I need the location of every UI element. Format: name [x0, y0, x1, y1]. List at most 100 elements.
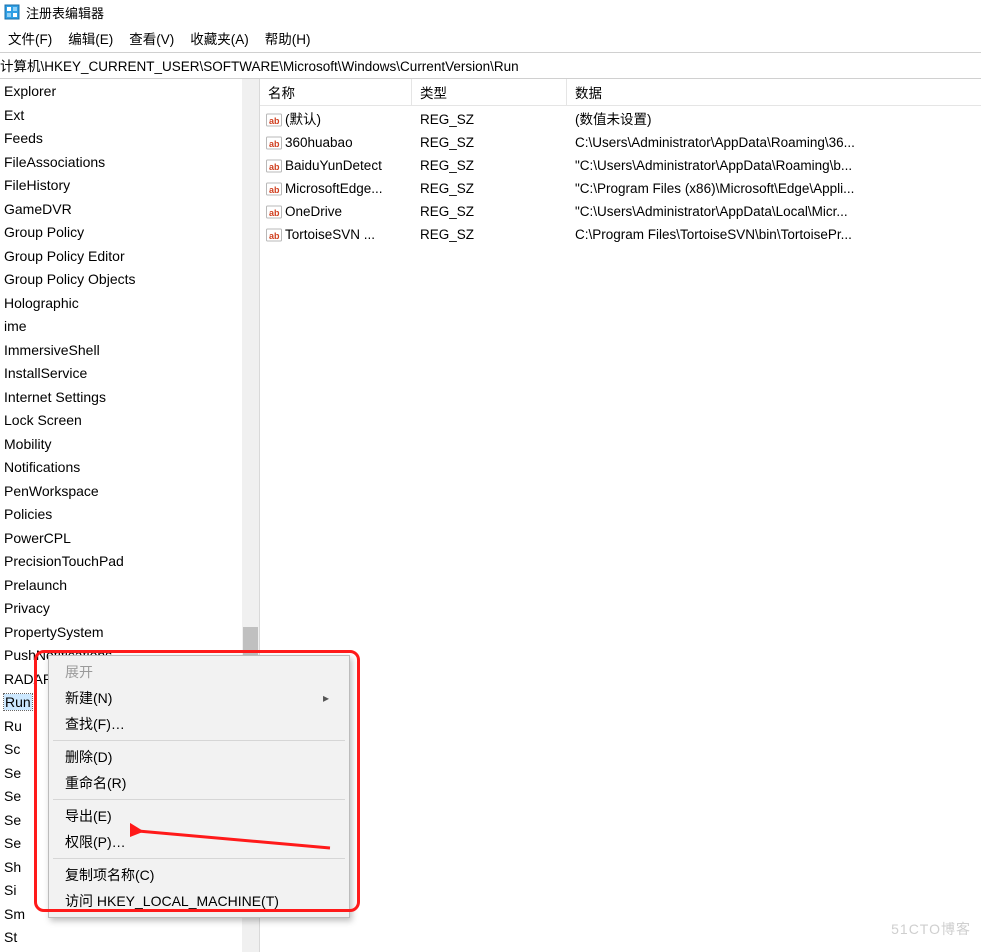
tree-item-label: Feeds: [4, 130, 43, 146]
tree-item[interactable]: InstallService: [2, 362, 242, 386]
regedit-icon: [4, 4, 20, 20]
cell-data: C:\Users\Administrator\AppData\Roaming\3…: [575, 131, 981, 154]
tree-item[interactable]: Group Policy: [2, 221, 242, 245]
cm-copy-key-name[interactable]: 复制项名称(C): [51, 862, 347, 888]
tree-item-label: Si: [4, 882, 16, 898]
list-row[interactable]: abBaiduYunDetectREG_SZ"C:\Users\Administ…: [260, 154, 981, 177]
reg-string-icon: ab: [266, 181, 282, 197]
cm-goto-hklm-label: 访问 HKEY_LOCAL_MACHINE(T): [65, 891, 279, 911]
tree-item-label: Se: [4, 812, 21, 828]
tree-item-label: PowerCPL: [4, 530, 71, 546]
tree-item[interactable]: ImmersiveShell: [2, 339, 242, 363]
tree-item-label: Policies: [4, 506, 52, 522]
list-row[interactable]: ab360huabaoREG_SZC:\Users\Administrator\…: [260, 131, 981, 154]
cm-new-label: 新建(N): [65, 688, 112, 708]
cell-name: abBaiduYunDetect: [266, 154, 420, 177]
tree-item-label: Privacy: [4, 600, 50, 616]
cm-copy-key-name-label: 复制项名称(C): [65, 865, 154, 885]
tree-item[interactable]: Mobility: [2, 433, 242, 457]
cm-expand: 展开: [51, 659, 347, 685]
cm-rename[interactable]: 重命名(R): [51, 770, 347, 796]
column-header-name[interactable]: 名称: [260, 79, 412, 105]
value-name: OneDrive: [285, 200, 342, 223]
reg-string-icon: ab: [266, 135, 282, 151]
menu-help[interactable]: 帮助(H): [259, 26, 321, 50]
svg-text:ab: ab: [269, 185, 280, 195]
cm-permissions-label: 权限(P)…: [65, 832, 126, 852]
tree-item[interactable]: Lock Screen: [2, 409, 242, 433]
cell-type: REG_SZ: [420, 177, 575, 200]
menu-bar: 文件(F) 编辑(E) 查看(V) 收藏夹(A) 帮助(H): [0, 24, 981, 52]
cm-export-label: 导出(E): [65, 806, 112, 826]
list-row[interactable]: abOneDrive REG_SZ"C:\Users\Administrator\…: [260, 200, 981, 223]
list-row[interactable]: abTortoiseSVN ...REG_SZC:\Program Files\…: [260, 223, 981, 246]
tree-item-label: RADAR: [4, 671, 53, 687]
tree-item[interactable]: Internet Settings: [2, 386, 242, 410]
tree-item-label: GameDVR: [4, 201, 72, 217]
menu-favorites[interactable]: 收藏夹(A): [184, 26, 259, 50]
cell-type: REG_SZ: [420, 200, 575, 223]
window-title: 注册表编辑器: [26, 3, 104, 22]
list-row[interactable]: ab(默认)REG_SZ(数值未设置): [260, 108, 981, 131]
cell-type: REG_SZ: [420, 131, 575, 154]
tree-item-label: Sm: [4, 906, 25, 922]
cm-delete[interactable]: 删除(D): [51, 744, 347, 770]
cell-type: REG_SZ: [420, 223, 575, 246]
svg-text:ab: ab: [269, 116, 280, 126]
tree-item-label: Se: [4, 765, 21, 781]
tree-item[interactable]: GameDVR: [2, 198, 242, 222]
tree-item[interactable]: Group Policy Objects: [2, 268, 242, 292]
tree-item[interactable]: Holographic: [2, 292, 242, 316]
cell-name: ab360huabao: [266, 131, 420, 154]
tree-item-label: PropertySystem: [4, 624, 104, 640]
column-header-data[interactable]: 数据: [567, 79, 981, 105]
tree-item[interactable]: PropertySystem: [2, 621, 242, 645]
tree-item[interactable]: FileAssociations: [2, 151, 242, 175]
tree-item[interactable]: Group Policy Editor: [2, 245, 242, 269]
cm-export[interactable]: 导出(E): [51, 803, 347, 829]
cell-data: "C:\Users\Administrator\AppData\Local\Mi…: [575, 200, 981, 223]
tree-item[interactable]: Feeds: [2, 127, 242, 151]
cm-find[interactable]: 查找(F)…: [51, 711, 347, 737]
tree-item[interactable]: PrecisionTouchPad: [2, 550, 242, 574]
tree-item-label: InstallService: [4, 365, 87, 381]
tree-item[interactable]: Ext: [2, 104, 242, 128]
cm-permissions[interactable]: 权限(P)…: [51, 829, 347, 855]
cell-data: C:\Program Files\TortoiseSVN\bin\Tortois…: [575, 223, 981, 246]
cell-data: (数值未设置): [575, 108, 981, 131]
tree-item-label: Ext: [4, 107, 24, 123]
tree-item[interactable]: PowerCPL: [2, 527, 242, 551]
tree-item-label: Group Policy: [4, 224, 84, 240]
cm-expand-label: 展开: [65, 662, 93, 682]
tree-item[interactable]: Privacy: [2, 597, 242, 621]
tree-item[interactable]: ime: [2, 315, 242, 339]
tree-item[interactable]: Prelaunch: [2, 574, 242, 598]
tree-item[interactable]: Explorer: [2, 80, 242, 104]
menu-file[interactable]: 文件(F): [2, 26, 62, 50]
tree-item-label: Internet Settings: [4, 389, 106, 405]
list-pane: 名称 类型 数据 ab(默认)REG_SZ(数值未设置)ab360huabaoR…: [260, 79, 981, 952]
list-body: ab(默认)REG_SZ(数值未设置)ab360huabaoREG_SZC:\U…: [260, 106, 981, 246]
cell-name: abMicrosoftEdge...: [266, 177, 420, 200]
svg-text:ab: ab: [269, 231, 280, 241]
cm-new[interactable]: 新建(N) ▸: [51, 685, 347, 711]
column-header-type[interactable]: 类型: [412, 79, 567, 105]
cm-separator: [53, 858, 345, 859]
tree-item[interactable]: FileHistory: [2, 174, 242, 198]
tree-item-label: ImmersiveShell: [4, 342, 100, 358]
tree-item[interactable]: St: [2, 926, 242, 950]
reg-string-icon: ab: [266, 204, 282, 220]
tree-item[interactable]: Notifications: [2, 456, 242, 480]
cell-data: "C:\Users\Administrator\AppData\Roaming\…: [575, 154, 981, 177]
menu-edit[interactable]: 编辑(E): [62, 26, 123, 50]
tree-item[interactable]: Policies: [2, 503, 242, 527]
tree-item[interactable]: PenWorkspace: [2, 480, 242, 504]
list-row[interactable]: abMicrosoftEdge...REG_SZ"C:\Program File…: [260, 177, 981, 200]
svg-text:ab: ab: [269, 162, 280, 172]
menu-view[interactable]: 查看(V): [123, 26, 184, 50]
cm-goto-hklm[interactable]: 访问 HKEY_LOCAL_MACHINE(T): [51, 888, 347, 914]
tree-item-label: ime: [4, 318, 27, 334]
address-bar[interactable]: 计算机\HKEY_CURRENT_USER\SOFTWARE\Microsoft…: [0, 52, 981, 79]
cell-type: REG_SZ: [420, 108, 575, 131]
address-path: 计算机\HKEY_CURRENT_USER\SOFTWARE\Microsoft…: [0, 59, 519, 74]
